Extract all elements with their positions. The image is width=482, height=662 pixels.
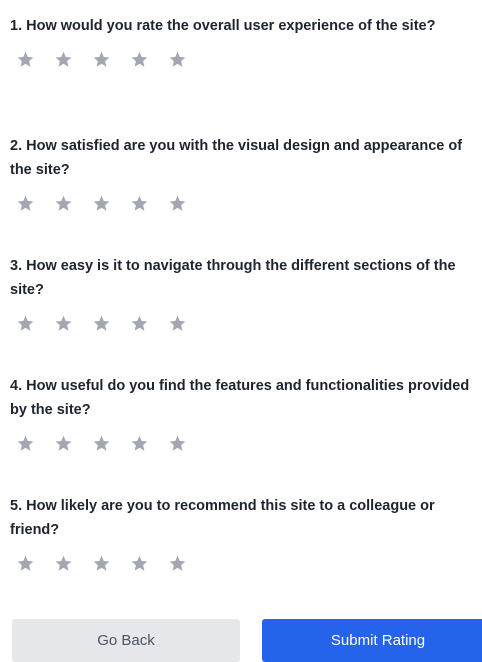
action-bar: Go Back Submit Rating bbox=[12, 619, 482, 662]
star-rating bbox=[10, 432, 472, 454]
star-icon[interactable] bbox=[130, 434, 149, 453]
star-icon[interactable] bbox=[130, 194, 149, 213]
question-3: 3. How easy is it to navigate through th… bbox=[10, 254, 472, 374]
star-icon[interactable] bbox=[16, 194, 35, 213]
question-1: 1. How would you rate the overall user e… bbox=[10, 14, 472, 134]
star-icon[interactable] bbox=[16, 314, 35, 333]
star-icon[interactable] bbox=[54, 50, 73, 69]
star-icon[interactable] bbox=[92, 434, 111, 453]
star-icon[interactable] bbox=[168, 194, 187, 213]
star-rating bbox=[10, 192, 472, 214]
star-rating bbox=[10, 552, 472, 574]
star-icon[interactable] bbox=[168, 554, 187, 573]
star-icon[interactable] bbox=[16, 434, 35, 453]
question-text: 2. How satisfied are you with the visual… bbox=[10, 138, 463, 178]
star-icon[interactable] bbox=[168, 314, 187, 333]
star-icon[interactable] bbox=[54, 434, 73, 453]
star-icon[interactable] bbox=[54, 194, 73, 213]
star-icon[interactable] bbox=[130, 314, 149, 333]
star-icon[interactable] bbox=[168, 434, 187, 453]
question-2: 2. How satisfied are you with the visual… bbox=[10, 134, 472, 254]
question-4: 4. How useful do you find the features a… bbox=[10, 374, 472, 494]
star-icon[interactable] bbox=[168, 50, 187, 69]
star-icon[interactable] bbox=[130, 554, 149, 573]
star-icon[interactable] bbox=[92, 314, 111, 333]
question-text: 1. How would you rate the overall user e… bbox=[10, 18, 436, 34]
question-text: 4. How useful do you find the features a… bbox=[10, 378, 470, 418]
star-icon[interactable] bbox=[92, 554, 111, 573]
rating-survey: 1. How would you rate the overall user e… bbox=[10, 14, 472, 614]
go-back-button[interactable]: Go Back bbox=[12, 619, 240, 662]
star-rating bbox=[10, 312, 472, 334]
question-text: 3. How easy is it to navigate through th… bbox=[10, 258, 456, 298]
star-rating bbox=[10, 48, 472, 70]
star-icon[interactable] bbox=[54, 314, 73, 333]
star-icon[interactable] bbox=[92, 194, 111, 213]
star-icon[interactable] bbox=[130, 50, 149, 69]
submit-rating-button[interactable]: Submit Rating bbox=[262, 619, 482, 662]
star-icon[interactable] bbox=[16, 554, 35, 573]
question-5: 5. How likely are you to recommend this … bbox=[10, 494, 472, 614]
question-text: 5. How likely are you to recommend this … bbox=[10, 498, 435, 538]
star-icon[interactable] bbox=[54, 554, 73, 573]
star-icon[interactable] bbox=[16, 50, 35, 69]
star-icon[interactable] bbox=[92, 50, 111, 69]
